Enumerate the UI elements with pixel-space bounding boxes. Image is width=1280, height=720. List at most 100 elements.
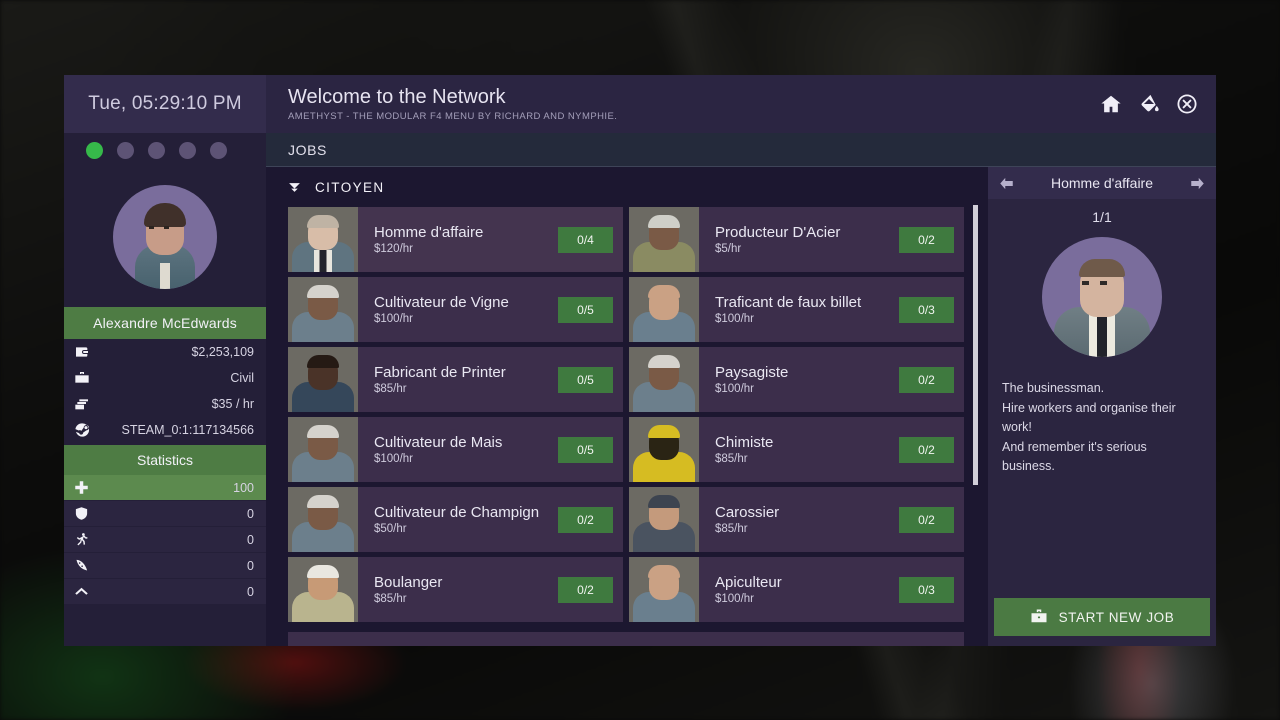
job-pay: $85/hr [715,453,748,466]
stat-armor-value: 0 [247,506,254,521]
steam-icon [75,423,90,437]
job-name: Chimiste [715,433,774,451]
job-thumbnail [629,417,699,482]
stat-row-health: 100 [64,475,266,500]
detail-description: The businessman. Hire workers and organis… [988,357,1216,477]
job-thumbnail [288,487,358,552]
job-meta: Paysagiste $100/hr [699,364,899,395]
job-pay: $85/hr [374,593,407,606]
job-name: Apiculteur [715,573,782,591]
job-slots-badge: 0/3 [899,296,954,323]
start-new-job-button[interactable]: START NEW JOB [994,598,1210,636]
page-indicator-dots [64,133,266,167]
paint-bucket-icon[interactable] [1138,93,1160,115]
start-new-job-label: START NEW JOB [1058,609,1175,625]
job-meta: Carossier $85/hr [699,504,899,535]
job-meta: Homme d'affaire $120/hr [358,224,558,255]
pizza-icon [76,559,88,571]
job-card[interactable]: Fabricant de Printer $85/hr 0/5 [288,347,623,412]
job-portrait [1042,237,1162,357]
player-info-wallet: $2,253,109 [64,339,266,365]
job-name: Cultivateur de Champign [374,503,540,521]
wallet-icon [76,347,88,357]
stat-health-value: 100 [233,480,254,495]
description-line: The businessman. [1002,381,1105,395]
job-thumbnail [288,207,358,272]
job-slots-badge: 0/5 [558,436,613,463]
job-meta: Boulanger $85/hr [358,574,558,605]
job-pay: $100/hr [715,313,755,326]
player-info-job: Civil [64,365,266,391]
job-name: Cultivateur de Mais [374,433,503,451]
job-pay: $100/hr [374,453,414,466]
job-slots-badge: 0/3 [899,576,954,603]
job-name: Producteur D'Acier [715,223,841,241]
window-controls [1100,93,1198,115]
job-slots-badge: 0/4 [558,226,613,253]
job-slots-badge: 0/2 [899,366,954,393]
job-card[interactable]: Producteur D'Acier $5/hr 0/2 [629,207,964,272]
job-meta: Apiculteur $100/hr [699,574,899,605]
job-name: Homme d'affaire [374,223,484,241]
detail-job-title: Homme d'affaire [1050,175,1153,191]
detail-header: Homme d'affaire [988,167,1216,199]
job-card[interactable]: Boulanger $85/hr 0/2 [288,557,623,622]
job-row-partial [288,632,964,646]
job-slots-badge: 0/5 [558,296,613,323]
page-dot-1[interactable] [86,141,103,159]
job-pay: $100/hr [715,383,755,396]
window-header: Welcome to the Network AMETHYST - THE MO… [266,75,1216,133]
job-thumbnail [629,277,699,342]
job-card[interactable]: Carossier $85/hr 0/2 [629,487,964,552]
briefcase-icon [1031,609,1047,623]
clock-display: Tue, 05:29:10 PM [64,75,266,133]
job-name: Boulanger [374,573,443,591]
job-name: Traficant de faux billet [715,293,862,311]
page-dot-4[interactable] [179,141,196,159]
player-info-steamid: STEAM_0:1:117134566 [64,417,266,443]
job-pay: $50/hr [374,523,407,536]
job-name: Fabricant de Printer [374,363,506,381]
job-card[interactable]: Paysagiste $100/hr 0/2 [629,347,964,412]
job-grid: Homme d'affaire $120/hr 0/4 Producteur D'Ac… [288,203,964,622]
window-body: Alexandre McEdwards $2,253,109 Civil $35… [64,167,1216,646]
stat-row-level: 0 [64,579,266,604]
job-card[interactable]: Cultivateur de Champign $50/hr 0/2 [288,487,623,552]
page-dot-3[interactable] [148,141,165,159]
job-thumbnail [288,347,358,412]
page-dot-2[interactable] [117,141,134,159]
stat-row-armor: 0 [64,501,266,526]
page-subtitle: AMETHYST - THE MODULAR F4 MENU BY RICHAR… [288,110,618,122]
job-slots-badge: 0/5 [558,366,613,393]
running-icon [76,533,88,546]
player-avatar-container [64,167,266,307]
next-job-arrow-icon[interactable] [1189,176,1206,191]
job-pay: $100/hr [374,313,414,326]
shield-icon [75,507,88,520]
job-thumbnail [288,417,358,482]
job-card[interactable]: Cultivateur de Vigne $100/hr 0/5 [288,277,623,342]
tab-jobs[interactable]: JOBS [288,142,327,158]
job-slots-badge: 0/2 [899,226,954,253]
job-card[interactable]: Traficant de faux billet $100/hr 0/3 [629,277,964,342]
job-card[interactable]: Apiculteur $100/hr 0/3 [629,557,964,622]
job-card[interactable]: Homme d'affaire $120/hr 0/4 [288,207,623,272]
avatar [113,185,217,289]
job-card[interactable]: Cultivateur de Mais $100/hr 0/5 [288,417,623,482]
statistics-header: Statistics [64,445,266,475]
job-thumbnail [629,487,699,552]
home-icon[interactable] [1100,93,1122,115]
player-info-salary: $35 / hr [64,391,266,417]
job-meta: Cultivateur de Vigne $100/hr [358,294,558,325]
job-card[interactable]: Chimiste $85/hr 0/2 [629,417,964,482]
stat-level-value: 0 [247,584,254,599]
job-list-scrollbar[interactable] [973,205,978,485]
close-icon[interactable] [1176,93,1198,115]
page-dot-5[interactable] [210,141,227,159]
job-pay: $5/hr [715,243,742,256]
job-value: Civil [230,371,254,385]
job-name: Carossier [715,503,780,521]
previous-job-arrow-icon[interactable] [998,176,1015,191]
stat-stamina-value: 0 [247,532,254,547]
category-header-citoyen[interactable]: CITOYEN [288,167,964,203]
